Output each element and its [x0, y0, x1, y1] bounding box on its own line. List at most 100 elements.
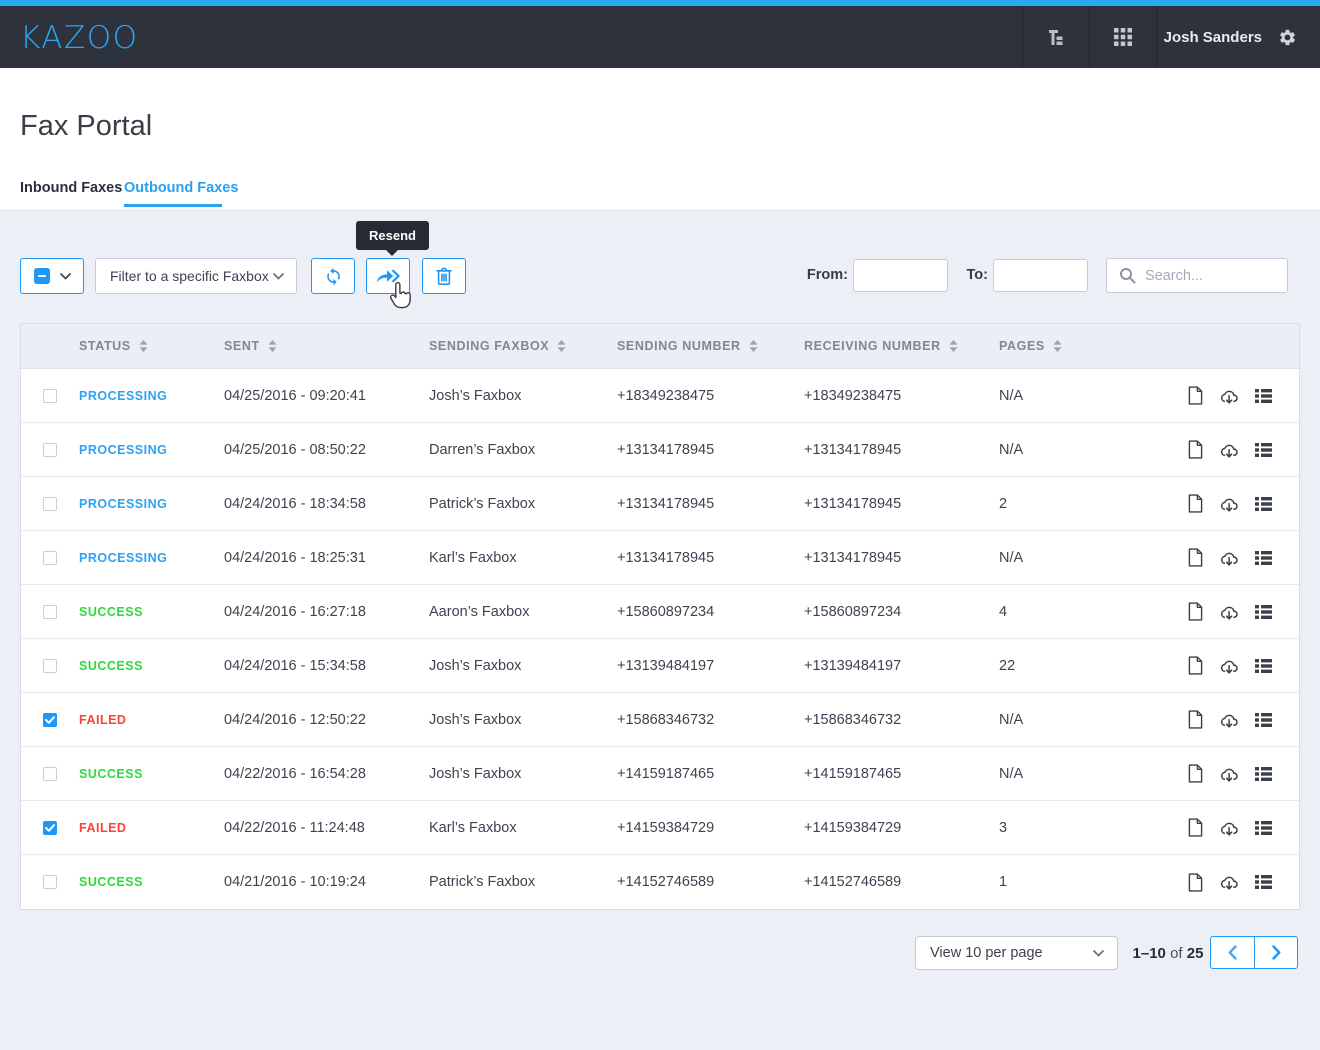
delete-button[interactable] — [422, 258, 466, 294]
download-fax-button[interactable] — [1219, 873, 1239, 891]
row-checkbox[interactable] — [43, 713, 57, 727]
cloud-download-icon — [1219, 765, 1239, 783]
fax-details-button[interactable] — [1255, 658, 1272, 674]
from-label: From: — [806, 267, 848, 283]
sending-number-cell: +13134178945 — [617, 496, 804, 512]
fax-details-button[interactable] — [1255, 550, 1272, 566]
kazoo-logo[interactable]: KAZOO — [20, 20, 139, 56]
view-fax-button[interactable] — [1188, 602, 1203, 621]
column-header-receiving-number[interactable]: RECEIVING NUMBER — [804, 339, 999, 353]
column-header-status[interactable]: STATUS — [79, 339, 224, 353]
cloud-download-icon — [1219, 711, 1239, 729]
table-row: FAILED 04/22/2016 - 11:24:48 Karl’s Faxb… — [21, 801, 1299, 855]
sort-icon — [949, 340, 958, 352]
download-fax-button[interactable] — [1219, 657, 1239, 675]
range-current: 1–10 — [1133, 945, 1166, 962]
download-fax-button[interactable] — [1219, 495, 1239, 513]
details-list-icon — [1255, 874, 1272, 890]
column-header-sent[interactable]: SENT — [224, 339, 429, 353]
file-icon — [1188, 602, 1203, 621]
fax-details-button[interactable] — [1255, 604, 1272, 620]
details-list-icon — [1255, 820, 1272, 836]
faxbox-cell: Karl’s Faxbox — [429, 820, 617, 836]
faxbox-cell: Karl’s Faxbox — [429, 550, 617, 566]
chevron-down-icon — [1093, 950, 1104, 957]
prev-page-button[interactable] — [1210, 936, 1254, 969]
fax-details-button[interactable] — [1255, 496, 1272, 512]
download-fax-button[interactable] — [1219, 603, 1239, 621]
per-page-dropdown[interactable]: View 10 per page — [915, 936, 1118, 970]
faxbox-cell: Josh’s Faxbox — [429, 766, 617, 782]
resend-button[interactable] — [366, 258, 410, 294]
cloud-download-icon — [1219, 495, 1239, 513]
search-input[interactable] — [1145, 268, 1287, 284]
chevron-down-icon — [60, 273, 71, 280]
faxbox-filter-dropdown[interactable]: Filter to a specific Faxbox — [95, 258, 297, 294]
refresh-button[interactable] — [311, 258, 355, 294]
row-checkbox[interactable] — [43, 497, 57, 511]
sent-cell: 04/24/2016 - 16:27:18 — [224, 604, 429, 620]
table-row: PROCESSING 04/24/2016 - 18:34:58 Patrick… — [21, 477, 1299, 531]
account-hierarchy-button[interactable] — [1022, 6, 1089, 68]
sent-cell: 04/25/2016 - 08:50:22 — [224, 442, 429, 458]
sent-cell: 04/24/2016 - 12:50:22 — [224, 712, 429, 728]
table-row: PROCESSING 04/25/2016 - 08:50:22 Darren’… — [21, 423, 1299, 477]
column-header-sending-faxbox[interactable]: SENDING FAXBOX — [429, 339, 617, 353]
row-checkbox[interactable] — [43, 389, 57, 403]
faxbox-cell: Josh’s Faxbox — [429, 712, 617, 728]
sort-icon — [1053, 340, 1062, 352]
receiving-number-cell: +13139484197 — [804, 658, 999, 674]
view-fax-button[interactable] — [1188, 656, 1203, 675]
row-checkbox[interactable] — [43, 767, 57, 781]
row-checkbox[interactable] — [43, 551, 57, 565]
apps-grid-button[interactable] — [1089, 6, 1156, 68]
table-row: SUCCESS 04/24/2016 - 16:27:18 Aaron’s Fa… — [21, 585, 1299, 639]
view-fax-button[interactable] — [1188, 548, 1203, 567]
row-checkbox[interactable] — [43, 875, 57, 889]
active-tab-indicator — [124, 204, 222, 207]
sending-number-cell: +14159187465 — [617, 766, 804, 782]
select-all-dropdown-button[interactable] — [20, 258, 84, 294]
view-fax-button[interactable] — [1188, 873, 1203, 892]
fax-details-button[interactable] — [1255, 712, 1272, 728]
view-fax-button[interactable] — [1188, 386, 1203, 405]
sent-cell: 04/22/2016 - 16:54:28 — [224, 766, 429, 782]
download-fax-button[interactable] — [1219, 387, 1239, 405]
view-fax-button[interactable] — [1188, 818, 1203, 837]
row-checkbox[interactable] — [43, 443, 57, 457]
download-fax-button[interactable] — [1219, 711, 1239, 729]
pages-cell: N/A — [999, 388, 1155, 404]
to-label: To: — [960, 267, 988, 283]
row-checkbox[interactable] — [43, 821, 57, 835]
fax-details-button[interactable] — [1255, 442, 1272, 458]
date-to-input[interactable] — [993, 259, 1088, 292]
file-icon — [1188, 710, 1203, 729]
sort-icon — [557, 340, 566, 352]
download-fax-button[interactable] — [1219, 441, 1239, 459]
cloud-download-icon — [1219, 387, 1239, 405]
next-page-button[interactable] — [1254, 936, 1298, 969]
file-icon — [1188, 764, 1203, 783]
user-menu[interactable]: Josh Sanders — [1156, 6, 1320, 68]
column-header-pages[interactable]: PAGES — [999, 339, 1155, 353]
fax-details-button[interactable] — [1255, 820, 1272, 836]
row-checkbox[interactable] — [43, 659, 57, 673]
download-fax-button[interactable] — [1219, 819, 1239, 837]
fax-details-button[interactable] — [1255, 766, 1272, 782]
select-all-checkbox[interactable] — [34, 268, 50, 284]
fax-details-button[interactable] — [1255, 388, 1272, 404]
view-fax-button[interactable] — [1188, 494, 1203, 513]
download-fax-button[interactable] — [1219, 765, 1239, 783]
fax-details-button[interactable] — [1255, 874, 1272, 890]
tab-outbound-faxes[interactable]: Outbound Faxes — [124, 180, 238, 196]
tab-inbound-faxes[interactable]: Inbound Faxes — [20, 180, 122, 196]
row-checkbox[interactable] — [43, 605, 57, 619]
column-header-sending-number[interactable]: SENDING NUMBER — [617, 339, 804, 353]
view-fax-button[interactable] — [1188, 440, 1203, 459]
view-fax-button[interactable] — [1188, 710, 1203, 729]
status-label: FAILED — [79, 821, 126, 835]
date-from-input[interactable] — [853, 259, 948, 292]
cloud-download-icon — [1219, 441, 1239, 459]
download-fax-button[interactable] — [1219, 549, 1239, 567]
view-fax-button[interactable] — [1188, 764, 1203, 783]
